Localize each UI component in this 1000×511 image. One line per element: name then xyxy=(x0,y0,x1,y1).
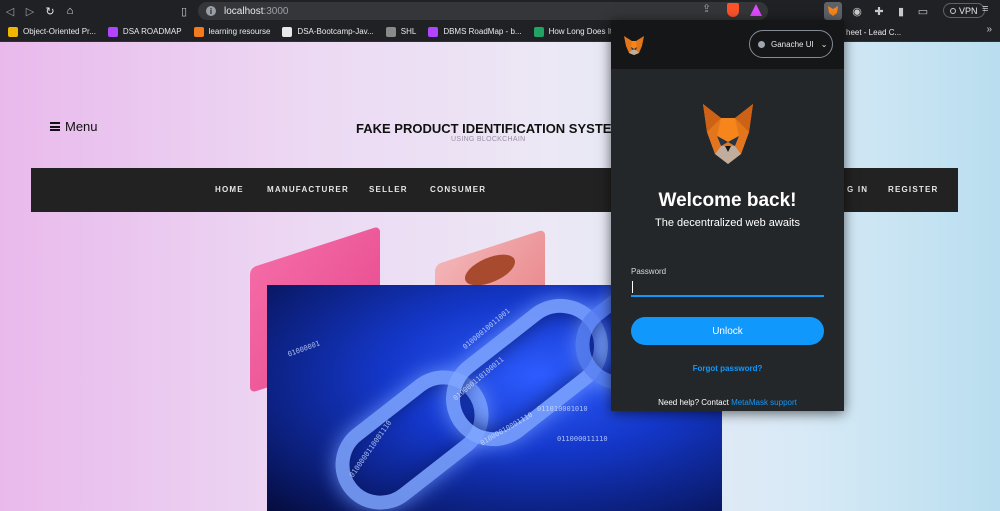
nav-register[interactable]: REGISTER xyxy=(888,185,939,194)
sidebar-icon[interactable]: ▮ xyxy=(894,4,908,18)
network-dot-icon xyxy=(758,40,765,48)
bookmark-label: DSA-Bootcamp-Jav... xyxy=(297,27,374,36)
metamask-fox-icon xyxy=(703,104,753,164)
network-selector[interactable]: Ganache UI ⌄ xyxy=(749,30,833,58)
bookmark-label: Object-Oriented Pr... xyxy=(23,27,96,36)
bookmark-label: learning resourse xyxy=(208,27,271,36)
bookmark-favicon-icon xyxy=(107,26,118,37)
bookmark-label: DSA ROADMAP xyxy=(122,27,182,36)
nav-consumer[interactable]: CONSUMER xyxy=(430,185,486,194)
share-icon[interactable]: ⇪ xyxy=(702,2,711,15)
bookmark-item[interactable]: DBMS RoadMap - b... xyxy=(428,22,533,42)
menu-label: Menu xyxy=(65,119,98,134)
vpn-label: VPN xyxy=(959,5,978,16)
image-bits: 011010001010 xyxy=(537,405,588,413)
welcome-heading: Welcome back! xyxy=(658,190,797,211)
nav-manufacturer[interactable]: MANUFACTURER xyxy=(267,185,349,194)
forward-icon[interactable]: ▷ xyxy=(20,0,40,22)
chevron-down-icon: ⌄ xyxy=(820,39,828,49)
metamask-extension-icon[interactable] xyxy=(824,2,842,20)
back-icon[interactable]: ◁ xyxy=(0,0,20,22)
bookmark-item[interactable]: learning resourse xyxy=(193,22,283,42)
bookmark-favicon-icon xyxy=(193,26,204,37)
extensions-area: ◉ ✚ ▮ ▭ xyxy=(824,2,930,20)
bookmark-item[interactable]: SHL xyxy=(385,22,429,42)
site-title: FAKE PRODUCT IDENTIFICATION SYSTE xyxy=(356,121,612,136)
web-page: Menu FAKE PRODUCT IDENTIFICATION SYSTE U… xyxy=(0,42,1000,511)
site-info-icon[interactable]: i xyxy=(206,6,216,16)
network-label: Ganache UI xyxy=(771,39,814,49)
help-prefix: Need help? Contact xyxy=(658,398,732,407)
site-subtitle: USING BLOCKCHAIN xyxy=(451,136,526,143)
menu-button[interactable]: Menu xyxy=(50,119,98,134)
puzzle-icon[interactable]: ✚ xyxy=(872,4,886,18)
nav-seller[interactable]: SELLER xyxy=(369,185,408,194)
bookmark-favicon-icon xyxy=(8,26,18,37)
vpn-icon xyxy=(950,7,956,14)
bookmark-partial[interactable]: heet - Lead C... xyxy=(846,22,901,42)
bookmark-item[interactable]: DSA ROADMAP xyxy=(107,22,194,42)
help-text: Need help? Contact MetaMask support xyxy=(611,398,844,407)
password-field[interactable] xyxy=(631,278,824,297)
text-caret xyxy=(632,281,633,293)
image-bits: 011000011110 xyxy=(557,435,608,443)
bookmark-label: DBMS RoadMap - b... xyxy=(443,27,522,36)
bookmark-favicon-icon xyxy=(282,26,293,37)
bookmark-icon[interactable]: ▯ xyxy=(178,4,190,18)
vpn-button[interactable]: VPN xyxy=(943,3,985,18)
hamburger-icon xyxy=(50,122,60,131)
brave-rewards-icon[interactable] xyxy=(750,4,762,16)
metamask-popup: Ganache UI ⌄ Welcome back! The decentral… xyxy=(611,20,844,411)
forgot-password-link[interactable]: Forgot password? xyxy=(611,364,844,373)
menu-kebab-icon[interactable]: ≡ xyxy=(982,3,988,15)
metamask-support-link[interactable]: MetaMask support xyxy=(731,398,797,407)
home-icon[interactable]: ⌂ xyxy=(60,0,80,22)
metamask-header: Ganache UI ⌄ xyxy=(611,20,844,69)
image-bits: 01000001 xyxy=(286,339,322,359)
wallet-icon[interactable]: ▭ xyxy=(916,4,930,18)
bookmark-favicon-icon xyxy=(385,26,396,37)
bookmark-label: SHL xyxy=(400,27,417,36)
reload-icon[interactable]: ↻ xyxy=(40,0,60,22)
unlock-button[interactable]: Unlock xyxy=(631,317,824,345)
bookmark-favicon-icon xyxy=(428,26,439,37)
address-bar[interactable]: i localhost:3000 xyxy=(198,2,768,20)
nav-home[interactable]: HOME xyxy=(215,185,244,194)
tagline: The decentralized web awaits xyxy=(655,217,800,229)
nav-login[interactable]: G IN xyxy=(847,185,868,194)
metamask-logo-icon xyxy=(624,36,644,55)
brave-shields-icon[interactable] xyxy=(727,3,739,17)
url-host: localhost xyxy=(224,5,264,17)
bookmark-item[interactable]: DSA-Bootcamp-Jav... xyxy=(282,22,385,42)
bookmarks-overflow-icon[interactable]: » xyxy=(986,24,992,35)
password-label: Password xyxy=(631,267,667,276)
camera-icon[interactable]: ◉ xyxy=(850,4,864,18)
url-port: :3000 xyxy=(263,5,289,17)
bookmark-item[interactable]: Object-Oriented Pr... xyxy=(8,22,108,42)
bookmark-favicon-icon xyxy=(533,26,544,37)
